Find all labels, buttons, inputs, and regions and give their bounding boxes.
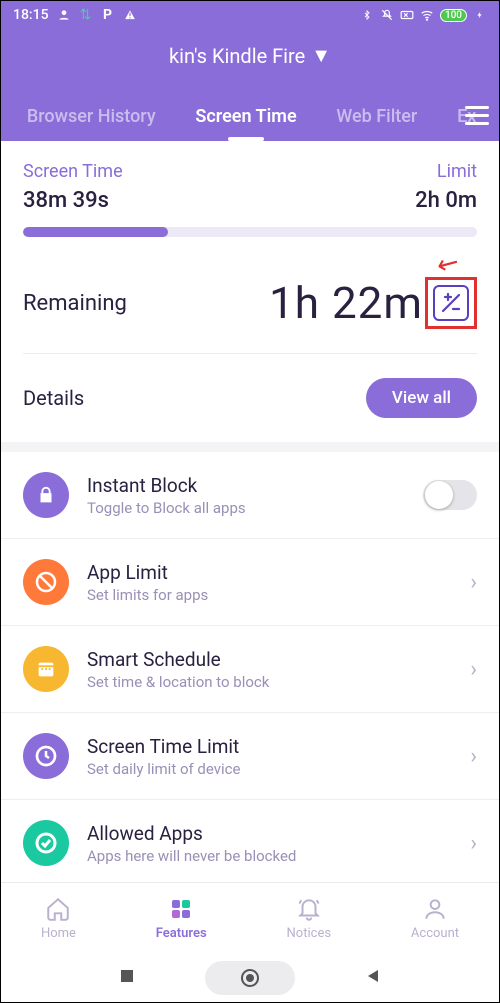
menu-button[interactable] (465, 106, 489, 125)
nav-label: Features (156, 926, 207, 941)
bell-icon (296, 896, 322, 922)
item-subtitle: Set time & location to block (87, 673, 452, 691)
bluetooth-icon (360, 8, 374, 22)
nav-features[interactable]: Features (156, 896, 207, 941)
tab-screen-time[interactable]: Screen Time (191, 96, 300, 141)
feature-list: Instant Block Toggle to Block all apps A… (1, 452, 499, 886)
device-name: kin's Kindle Fire (169, 44, 305, 68)
mute-icon (380, 8, 394, 22)
used-label: Screen Time (23, 161, 123, 182)
sim-icon (400, 8, 414, 22)
edit-limit-button[interactable] (425, 277, 477, 329)
list-item-smart-schedule[interactable]: Smart Schedule Set time & location to bl… (1, 626, 499, 713)
sys-recent-button[interactable] (119, 968, 135, 988)
plus-minus-icon (433, 285, 469, 321)
account-icon (422, 896, 448, 922)
person-icon (57, 8, 71, 22)
bottom-nav: Home Features Notices Account (1, 882, 499, 954)
limit-label: Limit (415, 161, 477, 182)
chevron-right-icon: › (470, 744, 477, 769)
no-entry-icon (23, 559, 69, 605)
hamburger-icon (465, 106, 489, 125)
usage-progress (23, 227, 477, 237)
circle-icon (241, 969, 259, 987)
item-subtitle: Apps here will never be blocked (87, 847, 452, 865)
instant-block-toggle[interactable] (423, 480, 477, 510)
item-title: Smart Schedule (87, 648, 452, 671)
nav-label: Account (411, 926, 459, 941)
item-title: Instant Block (87, 474, 405, 497)
status-time: 18:15 (13, 7, 49, 23)
tab-bar: Browser History Screen Time Web Filter E… (1, 96, 499, 141)
battery-indicator: 100 (440, 9, 467, 22)
calendar-icon (23, 646, 69, 692)
item-title: Screen Time Limit (87, 735, 452, 758)
p-icon: P (101, 8, 115, 22)
item-subtitle: Toggle to Block all apps (87, 499, 405, 517)
nav-home[interactable]: Home (41, 896, 76, 941)
used-value: 38m 39s (23, 188, 123, 213)
tab-browser-history[interactable]: Browser History (23, 96, 160, 141)
item-subtitle: Set limits for apps (87, 586, 452, 604)
remaining-value: 1h 22m (269, 277, 423, 329)
item-subtitle: Set daily limit of device (87, 760, 452, 778)
remaining-label: Remaining (23, 291, 127, 316)
lock-icon (23, 472, 69, 518)
remaining-row: Remaining 1h 22m (1, 253, 499, 353)
nav-label: Home (41, 926, 76, 941)
details-label: Details (23, 386, 84, 410)
sys-home-button[interactable] (205, 961, 295, 995)
chevron-right-icon: › (470, 570, 477, 595)
transfer-icon: ⇅ (79, 8, 93, 22)
list-item-instant-block[interactable]: Instant Block Toggle to Block all apps (1, 452, 499, 539)
item-title: Allowed Apps (87, 822, 452, 845)
list-item-allowed-apps[interactable]: Allowed Apps Apps here will never be blo… (1, 800, 499, 886)
details-row: Details View all (1, 354, 499, 442)
item-title: App Limit (87, 561, 452, 584)
check-icon (23, 820, 69, 866)
list-item-screen-time-limit[interactable]: Screen Time Limit Set daily limit of dev… (1, 713, 499, 800)
clock-icon (23, 733, 69, 779)
view-all-button[interactable]: View all (366, 378, 477, 418)
chevron-right-icon: › (470, 831, 477, 856)
device-selector[interactable]: kin's Kindle Fire ▼ (1, 43, 499, 68)
usage-section: Screen Time 38m 39s Limit 2h 0m (1, 141, 499, 253)
app-header: kin's Kindle Fire ▼ Browser History Scre… (1, 29, 499, 141)
nav-label: Notices (287, 926, 332, 941)
chevron-right-icon: › (470, 657, 477, 682)
limit-value: 2h 0m (415, 188, 477, 213)
status-bar: 18:15 ⇅ P 100 (1, 1, 499, 29)
wifi-icon (420, 8, 434, 22)
warning-icon (123, 8, 137, 22)
charging-icon (473, 8, 487, 22)
nav-account[interactable]: Account (411, 896, 459, 941)
chevron-down-icon: ▼ (311, 43, 331, 68)
system-nav (1, 954, 499, 1002)
features-icon (169, 896, 193, 922)
home-icon (45, 896, 71, 922)
sys-back-button[interactable] (365, 968, 381, 988)
list-item-app-limit[interactable]: App Limit Set limits for apps › (1, 539, 499, 626)
nav-notices[interactable]: Notices (287, 896, 332, 941)
tab-web-filter[interactable]: Web Filter (332, 96, 421, 141)
usage-progress-fill (23, 227, 168, 237)
